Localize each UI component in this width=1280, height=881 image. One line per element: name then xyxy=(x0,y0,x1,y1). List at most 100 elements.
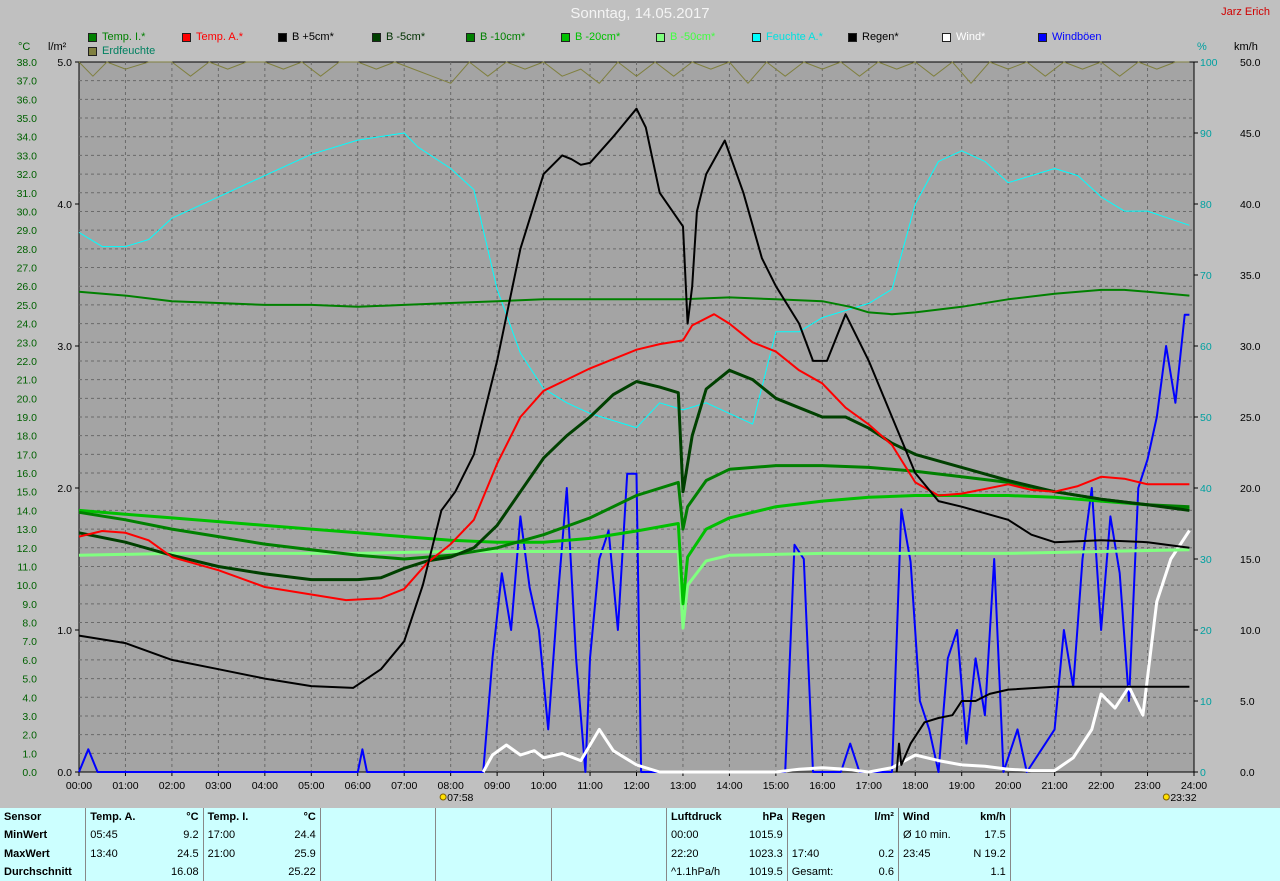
temp-unit-label: °C xyxy=(18,41,31,53)
temp-tick-label: 17.0 xyxy=(17,449,38,461)
wind-tick-label: 40.0 xyxy=(1240,199,1261,211)
stat-pressure-unit: hPa xyxy=(762,811,783,824)
temp-tick-label: 31.0 xyxy=(17,188,38,200)
wind-tick-label: 0.0 xyxy=(1240,767,1255,779)
wind-tick-label: 5.0 xyxy=(1240,696,1255,708)
time-axis-ticks: 00:00 01:00 02:00 03:00 04:00 05:00 06:00 07:00… xyxy=(66,772,1207,792)
legend-item: B -20cm* xyxy=(561,31,620,43)
legend-swatch xyxy=(88,46,97,56)
stat-pressure-max-time: 22:20 xyxy=(665,844,726,863)
temp-tick-label: 30.0 xyxy=(17,206,38,218)
time-tick-label: 08:00 xyxy=(438,780,464,792)
time-tick-label: 18:00 xyxy=(902,780,928,792)
stat-wind-gust-time: 23:45 xyxy=(897,844,955,863)
stat-wind-unit: km/h xyxy=(980,811,1006,824)
wind-tick-label: 10.0 xyxy=(1240,625,1261,637)
temp-tick-label: 1.0 xyxy=(22,748,37,760)
legend-swatch xyxy=(656,32,665,42)
legend-item: Temp. I.* xyxy=(88,31,145,43)
legend-label: Regen* xyxy=(862,31,899,43)
humidity-tick-label: 30 xyxy=(1200,554,1212,566)
temp-tick-label: 0.0 xyxy=(22,767,37,779)
time-tick-label: 16:00 xyxy=(809,780,835,792)
rain-tick-label: 3.0 xyxy=(57,341,72,353)
temp-tick-label: 37.0 xyxy=(17,76,38,88)
legend-swatch xyxy=(182,32,191,42)
temp-tick-label: 21.0 xyxy=(17,375,38,387)
temp-tick-label: 23.0 xyxy=(17,337,38,349)
time-tick-label: 07:00 xyxy=(391,780,417,792)
humidity-tick-label: 20 xyxy=(1200,625,1212,637)
legend-item: Feuchte A.* xyxy=(752,31,823,43)
time-tick-label: 23:00 xyxy=(1134,780,1160,792)
stat-tempi-min: 24.4 xyxy=(294,829,316,842)
legend-item: Temp. A.* xyxy=(182,31,243,43)
legend-item: Windböen xyxy=(1038,31,1102,43)
temp-tick-label: 9.0 xyxy=(22,599,37,611)
temp-tick-label: 7.0 xyxy=(22,636,37,648)
time-tick-label: 11:00 xyxy=(577,780,603,792)
legend-item: Erdfeuchte xyxy=(88,45,155,57)
stat-tempa-header: Temp. A. xyxy=(85,808,142,827)
temp-tick-label: 5.0 xyxy=(22,674,37,686)
temp-tick-label: 16.0 xyxy=(17,468,38,480)
time-tick-label: 22:00 xyxy=(1088,780,1114,792)
stat-tempa-min-time: 05:45 xyxy=(85,826,142,845)
rain-axis-ticks: 0.01.02.03.04.05.0 xyxy=(57,57,79,779)
wind-tick-label: 25.0 xyxy=(1240,412,1261,424)
weather-chart: 0.0 1.0 2.0 3.0 4.0 5.0 6.0 7.0 8.0 9.0 10.0 11.0 12… xyxy=(17,57,1261,804)
sun-annotations: 07:58 23:32 xyxy=(439,792,1197,804)
wind-tick-label: 30.0 xyxy=(1240,341,1261,353)
legend-label: B -20cm* xyxy=(575,31,621,43)
legend-item: B +5cm* xyxy=(278,31,334,43)
temp-tick-label: 25.0 xyxy=(17,300,38,312)
stat-wind-avg10: 17.5 xyxy=(984,829,1006,842)
stat-rain-total-label: Gesamt: xyxy=(786,862,838,881)
time-tick-label: 01:00 xyxy=(112,780,138,792)
stat-tempa-min: 9.2 xyxy=(183,829,199,842)
stat-min-label: MinWert xyxy=(4,829,48,842)
stat-pressure-trend: ^1.1hPa/h xyxy=(665,862,726,881)
temp-tick-label: 26.0 xyxy=(17,281,38,293)
legend-swatch xyxy=(278,32,287,42)
time-tick-label: 21:00 xyxy=(1041,780,1067,792)
temp-tick-label: 18.0 xyxy=(17,431,38,443)
humidity-unit-label: % xyxy=(1197,41,1207,53)
temp-tick-label: 8.0 xyxy=(22,618,37,630)
legend: Temp. I.* Temp. A.* B +5cm* B -5cm* B -10cm*… xyxy=(0,31,1280,61)
rain-tick-label: 0.0 xyxy=(57,767,72,779)
sunrise-icon xyxy=(439,793,447,801)
legend-label: B -5cm* xyxy=(386,31,426,43)
sunrise-label: 07:58 xyxy=(447,792,473,804)
time-tick-label: 13:00 xyxy=(670,780,696,792)
legend-swatch xyxy=(466,32,475,42)
legend-swatch xyxy=(88,32,97,42)
temp-tick-label: 27.0 xyxy=(17,263,38,275)
legend-label: Feuchte A.* xyxy=(766,31,823,43)
stat-pressure-min-time: 00:00 xyxy=(665,826,726,845)
time-tick-label: 14:00 xyxy=(716,780,742,792)
legend-swatch xyxy=(372,32,381,42)
temp-tick-label: 3.0 xyxy=(22,711,37,723)
stat-pressure-header: Luftdruck xyxy=(665,808,726,827)
wind-unit-label: km/h xyxy=(1234,41,1258,53)
stat-sensor-header: Sensor xyxy=(4,811,42,824)
time-tick-label: 00:00 xyxy=(66,780,92,792)
temp-tick-label: 13.0 xyxy=(17,524,38,536)
stat-rain-max: 0.2 xyxy=(878,847,894,860)
humidity-tick-label: 10 xyxy=(1200,696,1212,708)
time-tick-label: 10:00 xyxy=(530,780,556,792)
stat-pressure-avg: 1019.5 xyxy=(749,865,783,878)
temp-tick-label: 14.0 xyxy=(17,505,38,517)
temp-tick-label: 11.0 xyxy=(17,561,37,573)
temp-axis-ticks: 0.0 1.0 2.0 3.0 4.0 5.0 6.0 7.0 8.0 9.0 10.0 11.0 12… xyxy=(17,57,38,779)
legend-label: B -50cm* xyxy=(670,31,716,43)
time-tick-label: 06:00 xyxy=(345,780,371,792)
stat-tempi-max: 25.9 xyxy=(294,847,316,860)
temp-tick-label: 28.0 xyxy=(17,244,38,256)
legend-swatch xyxy=(942,32,951,42)
temp-tick-label: 29.0 xyxy=(17,225,38,237)
legend-swatch xyxy=(561,32,570,42)
humidity-tick-label: 90 xyxy=(1200,128,1212,140)
sunset-label: 23:32 xyxy=(1170,792,1196,804)
